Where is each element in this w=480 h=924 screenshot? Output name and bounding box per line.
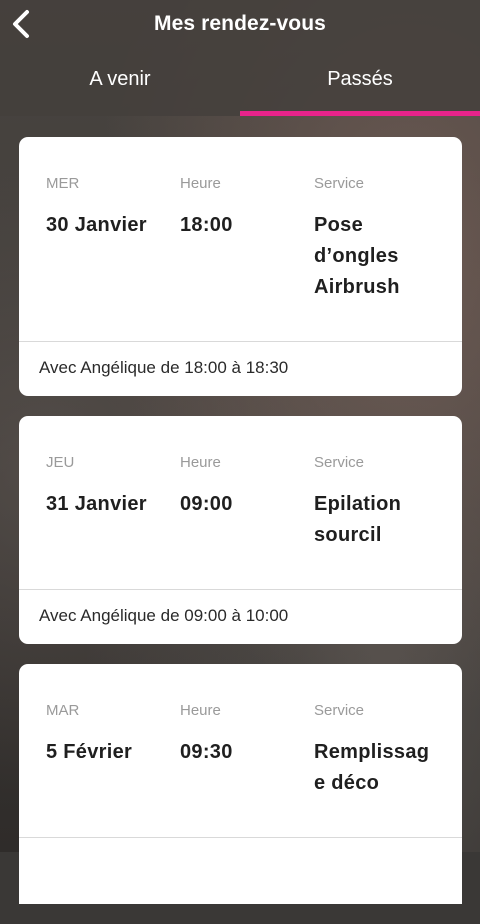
appointment-list: MER 30 Janvier Heure 18:00 Service Pose …	[19, 137, 462, 924]
appointment-card[interactable]: MAR 5 Février Heure 09:30 Service Rempli…	[19, 664, 462, 904]
appointment-card[interactable]: MER 30 Janvier Heure 18:00 Service Pose …	[19, 137, 462, 396]
service-column: Service Remplissage déco	[314, 702, 440, 837]
time-column: Heure 09:00	[180, 454, 314, 589]
time-label: Heure	[180, 175, 221, 192]
appointment-details: JEU 31 Janvier Heure 09:00 Service Epila…	[19, 416, 462, 589]
time-label: Heure	[180, 702, 221, 719]
time-value: 09:30	[180, 741, 233, 763]
time-value: 09:00	[180, 493, 233, 515]
time-column: Heure 18:00	[180, 175, 314, 341]
service-column: Service Epilation sourcil	[314, 454, 440, 589]
service-label: Service	[314, 175, 365, 192]
app-header: Mes rendez-vous A venir Passés	[0, 0, 480, 116]
date-column: MAR 5 Février	[46, 702, 180, 837]
time-value: 18:00	[180, 214, 233, 236]
date-value: 30 Janvier	[46, 214, 147, 236]
weekday-label: JEU	[46, 454, 75, 471]
page-title: Mes rendez-vous	[154, 12, 326, 35]
date-column: MER 30 Janvier	[46, 175, 180, 341]
tab-past[interactable]: Passés	[240, 56, 480, 116]
date-column: JEU 31 Janvier	[46, 454, 180, 589]
service-value: Remplissage déco	[314, 741, 430, 794]
service-label: Service	[314, 454, 365, 471]
time-label: Heure	[180, 454, 221, 471]
tab-bar: A venir Passés	[0, 56, 480, 116]
service-value: Epilation sourcil	[314, 493, 402, 546]
date-value: 5 Février	[46, 741, 133, 763]
appointment-footer: Avec Angélique de 09:00 à 10:00	[19, 589, 462, 641]
appointment-details: MER 30 Janvier Heure 18:00 Service Pose …	[19, 137, 462, 341]
date-value: 31 Janvier	[46, 493, 147, 515]
appointment-footer: Avec Angélique de 18:00 à 18:30	[19, 341, 462, 393]
service-label: Service	[314, 702, 365, 719]
service-value: Pose d’ongles Airbrush	[314, 214, 400, 298]
appointment-card[interactable]: JEU 31 Janvier Heure 09:00 Service Epila…	[19, 416, 462, 644]
tab-upcoming[interactable]: A venir	[0, 56, 240, 116]
appointment-details: MAR 5 Février Heure 09:30 Service Rempli…	[19, 664, 462, 837]
service-column: Service Pose d’ongles Airbrush	[314, 175, 440, 341]
weekday-label: MAR	[46, 702, 80, 719]
appointment-footer	[19, 837, 462, 873]
weekday-label: MER	[46, 175, 80, 192]
time-column: Heure 09:30	[180, 702, 314, 837]
